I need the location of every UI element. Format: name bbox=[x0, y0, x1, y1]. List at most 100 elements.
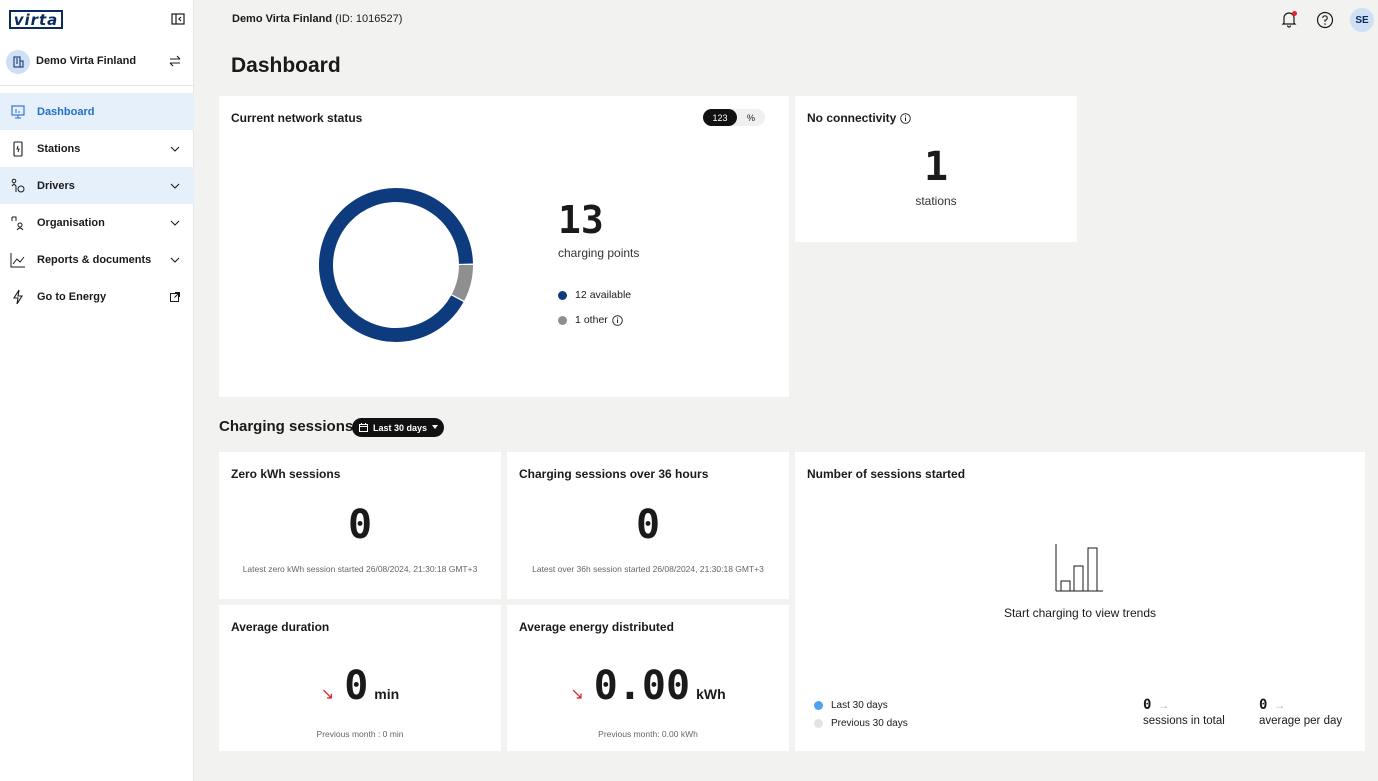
count-percent-toggle[interactable]: 123 % bbox=[703, 109, 765, 126]
card-title: Average energy distributed bbox=[519, 620, 674, 634]
other-label: other bbox=[583, 314, 608, 326]
topbar-org-id: (ID: 1016527) bbox=[335, 13, 403, 25]
avg-duration-unit: min bbox=[374, 686, 400, 702]
sidebar-item-label: Dashboard bbox=[37, 105, 95, 118]
station-icon bbox=[13, 140, 23, 157]
chevron-down-icon bbox=[170, 257, 180, 263]
sidebar-item-energy[interactable]: Go to Energy bbox=[0, 278, 194, 315]
other-count: 1 bbox=[575, 314, 581, 326]
zero-kwh-card: Zero kWh sessions 0 Latest zero kWh sess… bbox=[219, 452, 501, 599]
toggle-percent-option[interactable]: % bbox=[737, 109, 765, 126]
donut-slice-available[interactable] bbox=[319, 188, 473, 342]
avg-energy-note: Previous month: 0.00 kWh bbox=[598, 729, 698, 739]
no-connectivity-card: No connectivity 1 stations bbox=[795, 96, 1077, 242]
avg-duration-card: Average duration ↘ 0 min Previous month … bbox=[219, 605, 501, 751]
avg-duration-row: ↘ 0 min bbox=[219, 663, 501, 709]
sidebar-item-label: Go to Energy bbox=[37, 290, 107, 303]
user-avatar[interactable]: SE bbox=[1350, 8, 1374, 32]
help-icon[interactable] bbox=[1316, 11, 1334, 29]
avg-energy-unit: kWh bbox=[696, 686, 726, 702]
virta-logo[interactable]: virta bbox=[9, 10, 63, 29]
donut-slice-other[interactable] bbox=[451, 264, 473, 301]
zero-kwh-value: 0 bbox=[347, 502, 373, 548]
average-per-day-value: 0 bbox=[1259, 697, 1268, 713]
total-label: charging points bbox=[558, 246, 640, 260]
driver-icon bbox=[11, 178, 25, 192]
empty-trend-text: Start charging to view trends bbox=[1003, 606, 1157, 620]
notification-dot bbox=[1292, 11, 1297, 16]
logo-row: virta bbox=[9, 10, 185, 30]
card-title: Average duration bbox=[231, 620, 330, 634]
card-title: Number of sessions started bbox=[807, 467, 966, 481]
card-title: Zero kWh sessions bbox=[231, 467, 341, 481]
legend-previous-30: Previous 30 days bbox=[814, 718, 908, 729]
total-charging-points: 13 bbox=[558, 198, 604, 242]
average-per-day-stat: 0 → average per day bbox=[1259, 697, 1342, 727]
card-title: Current network status bbox=[231, 111, 363, 125]
info-icon[interactable] bbox=[900, 112, 912, 124]
sidebar-item-label: Organisation bbox=[37, 216, 105, 229]
zero-kwh-note: Latest zero kWh session started 26/08/20… bbox=[242, 564, 478, 574]
trend-down-icon: ↘ bbox=[570, 686, 584, 703]
other-dot bbox=[558, 315, 567, 325]
sidebar-item-label: Reports & documents bbox=[37, 253, 152, 266]
legend-available: 12 available bbox=[558, 289, 631, 301]
available-label: available bbox=[589, 289, 632, 301]
over-36h-card: Charging sessions over 36 hours 0 Latest… bbox=[507, 452, 789, 599]
sidebar-item-stations[interactable]: Stations bbox=[0, 130, 194, 167]
no-connectivity-unit: stations bbox=[915, 194, 957, 208]
external-link-icon bbox=[170, 291, 180, 302]
chevron-down-icon bbox=[170, 146, 180, 152]
card-title-text: No connectivity bbox=[807, 111, 897, 125]
over-36h-value: 0 bbox=[635, 502, 661, 548]
avg-energy-card: Average energy distributed ↘ 0.00 kWh Pr… bbox=[507, 605, 789, 751]
avg-duration-note: Previous month : 0 min bbox=[316, 729, 404, 739]
network-donut-chart bbox=[319, 188, 473, 342]
organisation-icon bbox=[11, 216, 24, 230]
toggle-count-option[interactable]: 123 bbox=[703, 109, 737, 126]
sidebar-item-reports[interactable]: Reports & documents bbox=[0, 241, 194, 278]
sessions-total-label: sessions in total bbox=[1143, 715, 1225, 727]
swap-icon[interactable] bbox=[168, 54, 182, 68]
sidebar-item-drivers[interactable]: Drivers bbox=[0, 167, 194, 204]
calendar-icon bbox=[359, 423, 368, 432]
legend-last-30-label: Last 30 days bbox=[831, 700, 888, 711]
topbar-org-title: Demo Virta Finland (ID: 1016527) bbox=[232, 13, 402, 25]
building-icon bbox=[6, 50, 30, 74]
sessions-started-card: Number of sessions started Start chargin… bbox=[795, 452, 1365, 751]
date-range-dropdown[interactable]: Last 30 days bbox=[352, 418, 444, 437]
avg-energy-row: ↘ 0.00 kWh bbox=[507, 663, 789, 709]
over-36h-note: Latest over 36h session started 26/08/20… bbox=[532, 564, 764, 574]
card-title: No connectivity bbox=[807, 111, 912, 125]
info-icon[interactable] bbox=[612, 314, 623, 326]
topbar-org-name: Demo Virta Finland bbox=[232, 13, 333, 25]
caret-down-icon bbox=[432, 425, 438, 429]
sessions-total-stat: 0 → sessions in total bbox=[1143, 697, 1225, 727]
trend-down-icon: ↘ bbox=[320, 686, 335, 703]
dashboard-icon bbox=[11, 104, 25, 118]
avg-energy-value: 0.00 bbox=[593, 663, 691, 709]
legend-previous-30-label: Previous 30 days bbox=[831, 718, 908, 729]
sidebar: virta Demo Virta Finland Dashboard Stati… bbox=[0, 0, 194, 781]
org-switcher[interactable]: Demo Virta Finland bbox=[0, 46, 194, 86]
network-status-card: Current network status 123 % 13 charging… bbox=[219, 96, 789, 397]
chart-icon bbox=[10, 252, 25, 267]
last-30-dot bbox=[814, 701, 823, 710]
lightning-icon bbox=[13, 289, 23, 304]
chevron-down-icon bbox=[170, 183, 180, 189]
previous-30-dot bbox=[814, 719, 823, 728]
sidebar-item-label: Stations bbox=[37, 142, 81, 155]
sessions-total-value: 0 bbox=[1143, 697, 1152, 713]
chevron-down-icon bbox=[170, 220, 180, 226]
charging-sessions-title: Charging sessions bbox=[219, 418, 354, 435]
sidebar-item-label: Drivers bbox=[37, 179, 75, 192]
date-range-label: Last 30 days bbox=[373, 422, 428, 433]
collapse-sidebar-icon[interactable] bbox=[171, 12, 185, 26]
arrow-right-icon: → bbox=[1273, 698, 1286, 712]
no-connectivity-value: 1 bbox=[923, 144, 949, 190]
sidebar-item-organisation[interactable]: Organisation bbox=[0, 204, 194, 241]
available-count: 12 bbox=[575, 289, 587, 301]
average-per-day-label: average per day bbox=[1259, 715, 1343, 727]
sidebar-item-dashboard[interactable]: Dashboard bbox=[0, 93, 194, 130]
org-name: Demo Virta Finland bbox=[36, 55, 137, 67]
